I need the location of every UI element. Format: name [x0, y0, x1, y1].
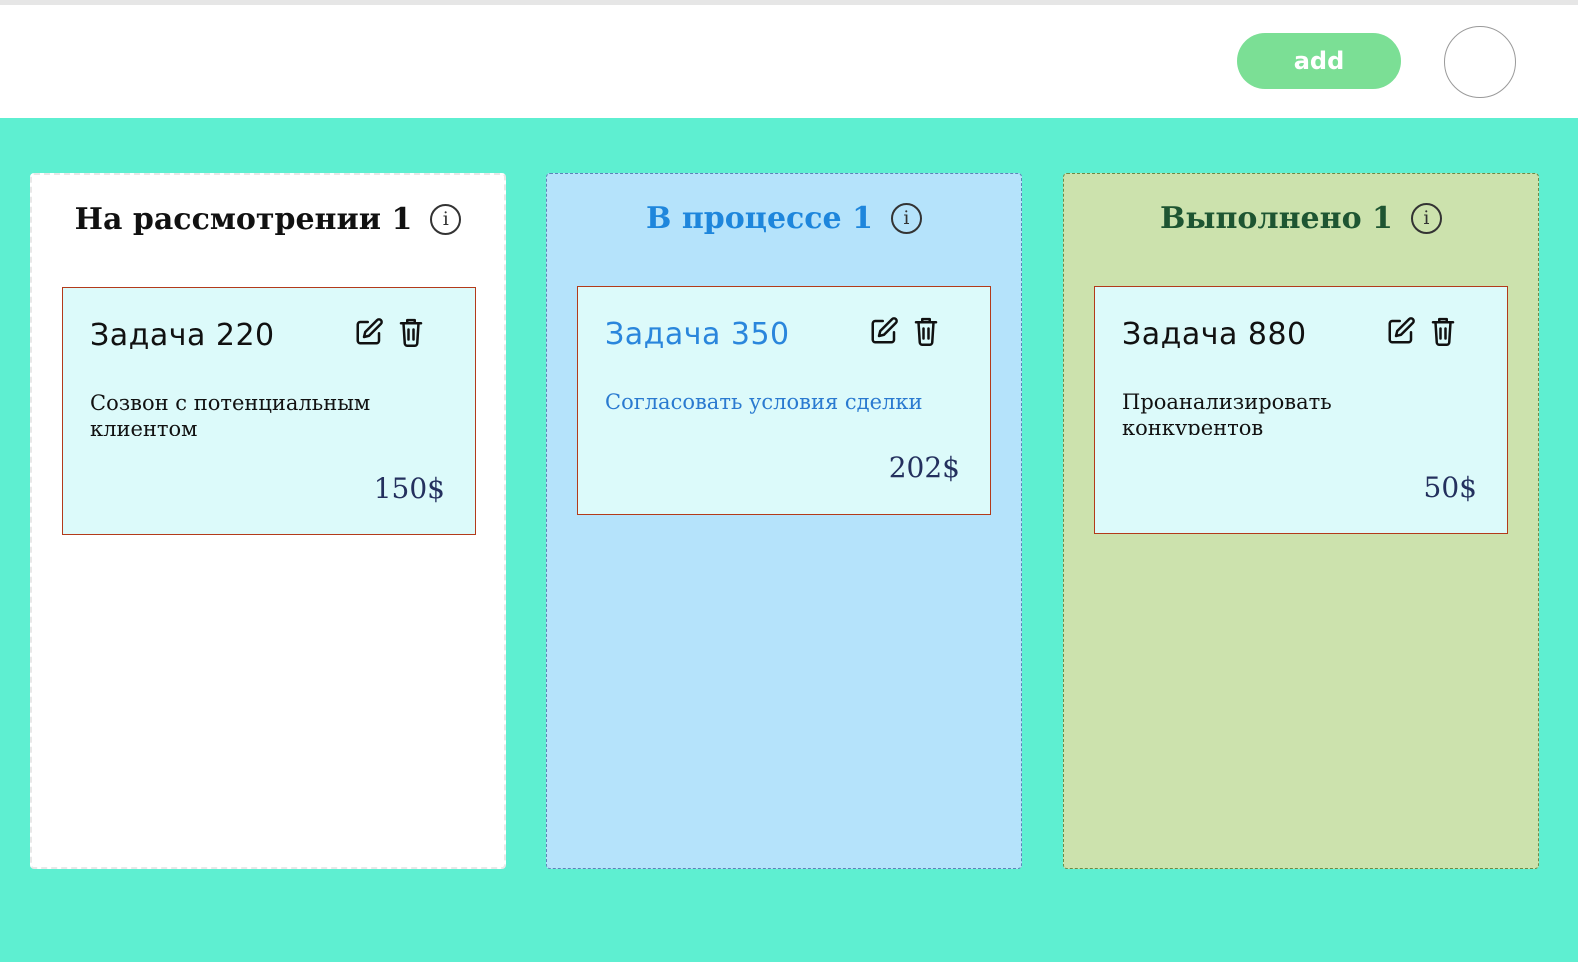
column-title: В процессе 1 — [646, 200, 873, 236]
kanban-board: На рассмотрении 1 i Задача 220 Созвон с … — [0, 118, 1578, 962]
info-icon[interactable]: i — [430, 203, 462, 235]
card-description: Созвон с потенциальным клиентом — [90, 391, 371, 436]
task-card[interactable]: Задача 350 Согласовать условия сделки 20… — [577, 286, 991, 515]
column-title: Выполнено 1 — [1160, 200, 1393, 236]
column-header: Выполнено 1 i — [1064, 198, 1538, 238]
avatar[interactable] — [1444, 26, 1516, 98]
trash-icon[interactable] — [395, 316, 427, 348]
edit-icon[interactable] — [1385, 315, 1417, 347]
card-price: 202$ — [888, 451, 960, 484]
card-actions — [1385, 315, 1459, 347]
card-actions — [868, 315, 942, 347]
info-icon[interactable]: i — [1410, 202, 1442, 234]
info-icon[interactable]: i — [890, 202, 922, 234]
card-title: Задача 220 — [90, 318, 275, 353]
column-done: Выполнено 1 i Задача 880 Проанализироват… — [1063, 173, 1539, 869]
top-bar: add — [0, 0, 1578, 118]
card-description: Согласовать условия сделки — [605, 390, 923, 414]
trash-icon[interactable] — [1427, 315, 1459, 347]
task-card[interactable]: Задача 220 Созвон с потенциальным клиент… — [62, 287, 476, 535]
card-title: Задача 350 — [605, 317, 790, 352]
task-card[interactable]: Задача 880 Проанализировать конкурентов … — [1094, 286, 1508, 534]
add-button[interactable]: add — [1237, 33, 1401, 89]
card-actions — [353, 316, 427, 348]
edit-icon[interactable] — [353, 316, 385, 348]
card-price: 50$ — [1423, 471, 1477, 504]
column-header: На рассмотрении 1 i — [32, 199, 504, 239]
column-in-progress: В процессе 1 i Задача 350 Согласовать ус… — [546, 173, 1022, 869]
card-description: Проанализировать конкурентов — [1122, 390, 1332, 435]
column-title: На рассмотрении 1 — [74, 201, 413, 237]
card-title: Задача 880 — [1122, 317, 1307, 352]
trash-icon[interactable] — [910, 315, 942, 347]
card-price: 150$ — [373, 472, 445, 505]
column-review: На рассмотрении 1 i Задача 220 Созвон с … — [30, 173, 506, 869]
edit-icon[interactable] — [868, 315, 900, 347]
column-header: В процессе 1 i — [547, 198, 1021, 238]
